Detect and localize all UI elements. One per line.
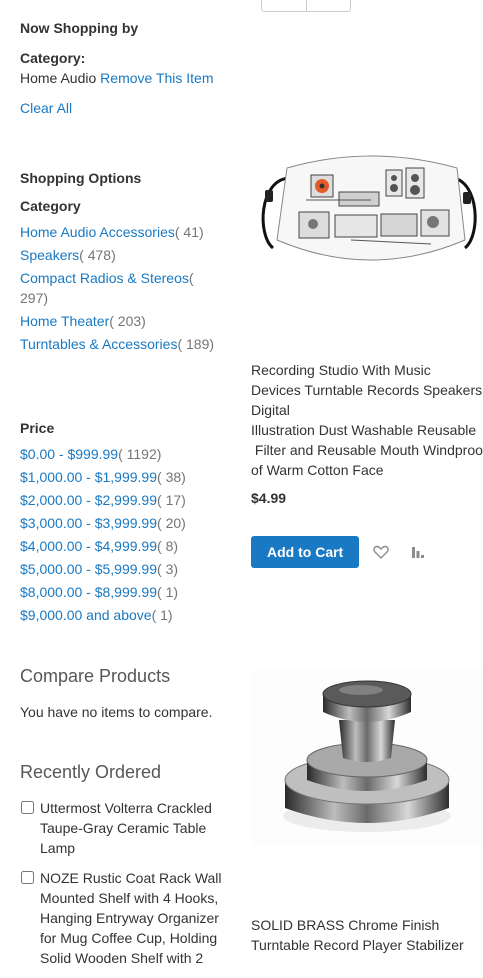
recently-ordered-title: Recently Ordered <box>20 762 162 782</box>
category-option-label[interactable]: Home Theater <box>20 313 109 329</box>
price-option-label[interactable]: $9,000.00 and above <box>20 607 152 623</box>
recently-ordered-item: NOZE Rustic Coat Rack Wall Mounted Shelf… <box>20 868 225 968</box>
product-name[interactable]: SOLID BRASS Chrome Finish Turntable Reco… <box>251 915 483 955</box>
active-filter-value: Home Audio <box>20 70 97 86</box>
price-option[interactable]: $1,000.00 - $1,999.99( 38) <box>20 467 225 487</box>
add-to-cart-label: Add to Cart <box>251 536 360 568</box>
price-option-count: ( 1192) <box>118 446 162 462</box>
product-name-line: Turntable Record Player Stabilizer <box>251 937 464 953</box>
category-option[interactable]: Compact Radios & Stereos( 297) <box>20 268 225 308</box>
category-option[interactable]: Speakers( 478) <box>20 245 225 265</box>
price-option-label[interactable]: $2,000.00 - $2,999.99 <box>20 492 157 508</box>
product-name-line: of Warm Cotton Face <box>251 462 384 478</box>
category-option-label[interactable]: Turntables & Accessories <box>20 336 177 352</box>
category-option-label[interactable]: Home Audio Accessories <box>20 224 175 240</box>
shopping-options-title: Shopping Options <box>20 170 142 186</box>
price-option-count: ( 8) <box>157 538 179 554</box>
price-option[interactable]: $5,000.00 - $5,999.99( 3) <box>20 559 225 579</box>
price-option-label[interactable]: $0.00 - $999.99 <box>20 446 118 462</box>
price-option[interactable]: $8,000.00 - $8,999.99( 1) <box>20 582 225 602</box>
price-filter-list: $0.00 - $999.99( 1192) $1,000.00 - $1,99… <box>20 444 225 625</box>
product-name-line: Illustration Dust Washable Reusable <box>251 422 477 438</box>
now-shopping-block: Now Shopping by Category: Home Audio Rem… <box>20 18 225 118</box>
category-option-count: ( 41) <box>174 224 204 240</box>
price-option[interactable]: $0.00 - $999.99( 1192) <box>20 444 225 464</box>
category-option-count: ( 189) <box>177 336 215 352</box>
category-filter-title: Category <box>20 198 81 214</box>
recently-ordered-item: Uttermost Volterra Crackled Taupe-Gray C… <box>20 798 225 858</box>
product-name-line: Devices Turntable Records Speakers <box>251 382 483 398</box>
category-option-label[interactable]: Compact Radios & Stereos <box>20 270 189 286</box>
product-item: SOLID BRASS Chrome Finish Turntable Reco… <box>251 668 483 960</box>
recently-ordered-checkbox[interactable] <box>21 871 34 884</box>
category-option[interactable]: Home Audio Accessories( 41) <box>20 222 225 242</box>
price-option-count: ( 1) <box>157 584 179 600</box>
price-option-count: ( 20) <box>157 515 186 531</box>
compare-empty-message: You have no items to compare. <box>20 704 213 720</box>
add-to-cart-button[interactable]: Add to Cart <box>251 536 360 568</box>
product-name-line: Digital <box>251 402 290 418</box>
recently-ordered-checkbox[interactable] <box>21 801 34 814</box>
price-option-label[interactable]: $8,000.00 - $8,999.99 <box>20 584 157 600</box>
product-name-line: SOLID BRASS Chrome Finish <box>251 917 440 933</box>
recently-ordered-item-label: NOZE Rustic Coat Rack Wall Mounted Shelf… <box>40 870 222 966</box>
category-filter-list: Home Audio Accessories( 41) Speakers( 47… <box>20 222 225 354</box>
heart-icon <box>373 545 389 559</box>
record-stabilizer-image <box>283 680 451 832</box>
category-option-count: ( 203) <box>109 313 146 329</box>
product-name-line: Filter and Reusable Mouth Windproof <box>251 442 483 458</box>
remove-filter-link[interactable]: Remove This Item <box>100 70 213 86</box>
recently-ordered-item-label: Uttermost Volterra Crackled Taupe-Gray C… <box>40 800 212 856</box>
price-option[interactable]: $9,000.00 and above( 1) <box>20 605 225 625</box>
active-filter-label: Category: <box>20 50 86 66</box>
price-option-label[interactable]: $4,000.00 - $4,999.99 <box>20 538 157 554</box>
price-filter-title: Price <box>20 420 55 436</box>
price-filter-block: Price $0.00 - $999.99( 1192) $1,000.00 -… <box>20 418 225 628</box>
wishlist-button[interactable] <box>373 545 389 562</box>
product-price: $4.99 <box>251 490 287 506</box>
category-option[interactable]: Turntables & Accessories( 189) <box>20 334 225 354</box>
price-option-count: ( 3) <box>157 561 179 577</box>
price-option-count: ( 38) <box>157 469 186 485</box>
price-option[interactable]: $4,000.00 - $4,999.99( 8) <box>20 536 225 556</box>
product-name[interactable]: Recording Studio With Music Devices Turn… <box>251 360 483 480</box>
compare-button[interactable] <box>411 545 425 562</box>
compare-products-title: Compare Products <box>20 666 171 686</box>
product-image[interactable] <box>251 668 483 846</box>
price-option-count: ( 1) <box>151 607 173 623</box>
price-option-label[interactable]: $1,000.00 - $1,999.99 <box>20 469 157 485</box>
bar-chart-icon <box>412 547 424 558</box>
product-name-line: Recording Studio With Music <box>251 362 431 378</box>
now-shopping-title: Now Shopping by <box>20 20 139 36</box>
price-option-count: ( 17) <box>157 492 186 508</box>
price-option[interactable]: $2,000.00 - $2,999.99( 17) <box>20 490 225 510</box>
clear-all-link[interactable]: Clear All <box>20 100 72 116</box>
category-option[interactable]: Home Theater( 203) <box>20 311 225 331</box>
product-image[interactable] <box>251 140 483 340</box>
pager-controls[interactable] <box>261 0 351 12</box>
product-item: Recording Studio With Music Devices Turn… <box>251 140 483 570</box>
face-mask-image <box>261 155 477 261</box>
compare-products-block: Compare Products You have no items to co… <box>20 665 225 722</box>
recently-ordered-block: Recently Ordered Uttermost Volterra Crac… <box>20 761 225 978</box>
price-option-label[interactable]: $5,000.00 - $5,999.99 <box>20 561 157 577</box>
price-option-label[interactable]: $3,000.00 - $3,999.99 <box>20 515 157 531</box>
category-option-count: ( 478) <box>79 247 116 263</box>
price-option[interactable]: $3,000.00 - $3,999.99( 20) <box>20 513 225 533</box>
category-option-label[interactable]: Speakers <box>20 247 79 263</box>
shopping-options-block: Shopping Options Category Home Audio Acc… <box>20 168 225 357</box>
